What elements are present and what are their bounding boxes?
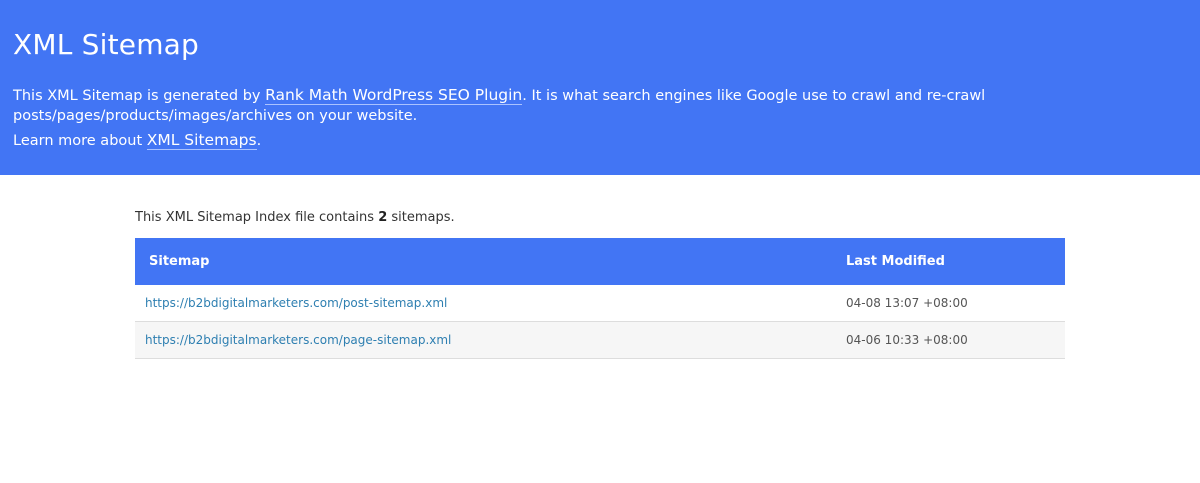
- table-row: https://b2bdigitalmarketers.com/post-sit…: [135, 285, 1065, 322]
- post-sitemap-link[interactable]: https://b2bdigitalmarketers.com/post-sit…: [145, 296, 447, 310]
- sitemap-cell: https://b2bdigitalmarketers.com/page-sit…: [135, 321, 834, 359]
- sitemap-index-intro: This XML Sitemap Index file contains 2 s…: [135, 210, 1065, 226]
- last-modified-cell: 04-06 10:33 +08:00: [834, 321, 1065, 359]
- learn-more-text: Learn more about: [13, 133, 147, 149]
- learn-more-suffix: .: [256, 133, 262, 149]
- page-sitemap-link[interactable]: https://b2bdigitalmarketers.com/page-sit…: [145, 333, 451, 347]
- column-header-last-modified: Last Modified: [834, 238, 1065, 285]
- page-title: XML Sitemap: [13, 28, 200, 61]
- main-content: This XML Sitemap Index file contains 2 s…: [135, 175, 1065, 359]
- page-header: XML Sitemap This XML Sitemap is generate…: [0, 0, 1200, 175]
- sitemap-table: Sitemap Last Modified https://b2bdigital…: [135, 238, 1065, 359]
- header-description: This XML Sitemap is generated by Rank Ma…: [13, 85, 1187, 126]
- table-header-row: Sitemap Last Modified: [135, 238, 1065, 285]
- rank-math-plugin-link[interactable]: Rank Math WordPress SEO Plugin: [265, 86, 523, 105]
- learn-more-line: Learn more about XML Sitemaps.: [13, 130, 1187, 151]
- sitemap-cell: https://b2bdigitalmarketers.com/post-sit…: [135, 285, 834, 322]
- intro-suffix: sitemaps.: [387, 210, 455, 225]
- sitemap-count: 2: [378, 210, 388, 225]
- intro-prefix: This XML Sitemap Index file contains: [135, 210, 379, 225]
- xml-sitemaps-link[interactable]: XML Sitemaps: [146, 131, 257, 150]
- description-text: This XML Sitemap is generated by: [13, 88, 266, 104]
- table-row: https://b2bdigitalmarketers.com/page-sit…: [135, 321, 1065, 359]
- last-modified-cell: 04-08 13:07 +08:00: [834, 285, 1065, 322]
- column-header-sitemap: Sitemap: [135, 238, 834, 285]
